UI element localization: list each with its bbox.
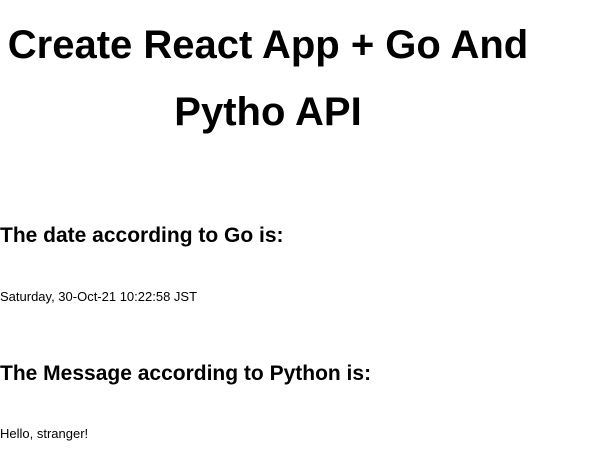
app-container: Create React App + Go And Pytho API [0, 0, 536, 146]
python-message-heading: The Message according to Python is: [0, 362, 372, 385]
python-message-value: Hello, stranger! [0, 426, 89, 441]
go-date-value: Saturday, 30-Oct-21 10:22:58 JST [0, 289, 198, 304]
page-title: Create React App + Go And Pytho API [7, 23, 529, 134]
go-date-heading: The date according to Go is: [0, 224, 284, 247]
